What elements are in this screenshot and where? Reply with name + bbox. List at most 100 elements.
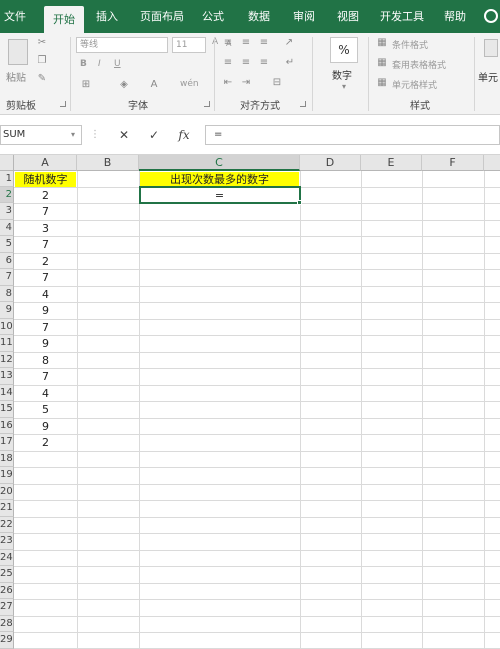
cell-a2[interactable]: 2 — [15, 188, 76, 203]
row-header[interactable]: 21 — [0, 500, 14, 517]
row-header[interactable]: 16 — [0, 418, 14, 434]
row-header[interactable]: 14 — [0, 385, 14, 401]
lightbulb-icon[interactable] — [484, 9, 498, 23]
column-header-g[interactable] — [484, 155, 500, 171]
row-header[interactable]: 8 — [0, 286, 14, 302]
row-header[interactable]: 20 — [0, 484, 14, 500]
tab-view[interactable]: 视图 — [333, 0, 363, 33]
tab-formulas[interactable]: 公式 — [198, 0, 228, 33]
row-header[interactable]: 5 — [0, 236, 14, 253]
conditional-format-button[interactable]: 条件格式 — [392, 38, 428, 51]
drag-handle-icon[interactable]: ⋮ — [90, 129, 100, 141]
row-header[interactable]: 25 — [0, 566, 14, 583]
format-as-table-button[interactable]: 套用表格格式 — [392, 58, 446, 71]
row-header[interactable]: 27 — [0, 599, 14, 616]
row-header[interactable]: 3 — [0, 203, 14, 220]
column-header-b[interactable]: B — [77, 155, 139, 171]
underline-button[interactable]: U — [114, 59, 121, 69]
tab-page-layout[interactable]: 页面布局 — [135, 0, 189, 33]
row-header[interactable]: 4 — [0, 220, 14, 236]
italic-button[interactable]: I — [98, 59, 101, 69]
border-icon[interactable]: ⊞ — [80, 79, 92, 91]
row-header[interactable]: 19 — [0, 467, 14, 484]
tab-insert[interactable]: 插入 — [92, 0, 122, 33]
cell-a3[interactable]: 7 — [15, 204, 76, 219]
column-header-d[interactable]: D — [300, 155, 361, 171]
column-header-e[interactable]: E — [361, 155, 422, 171]
cell-a16[interactable]: 9 — [15, 419, 76, 434]
cell-a8[interactable]: 4 — [15, 287, 76, 302]
cell-c1[interactable]: 出现次数最多的数字 — [140, 172, 299, 187]
cell-a5[interactable]: 7 — [15, 237, 76, 252]
cell-a10[interactable]: 7 — [15, 320, 76, 335]
worksheet-grid[interactable]: A B C D E F 1 2 3 4 5 6 7 8 9 10 11 12 1… — [0, 155, 500, 649]
row-header[interactable]: 24 — [0, 550, 14, 566]
font-launcher-icon[interactable] — [204, 101, 210, 107]
wrap-text-icon[interactable]: ↵ — [284, 57, 296, 69]
insert-function-button[interactable]: fx — [174, 125, 194, 145]
row-header[interactable]: 29 — [0, 632, 14, 649]
row-header[interactable]: 18 — [0, 451, 14, 467]
cell-c2[interactable]: = — [141, 188, 298, 203]
alignment-launcher-icon[interactable] — [300, 101, 306, 107]
align-right-icon[interactable]: ≡ — [258, 57, 270, 69]
row-header[interactable]: 15 — [0, 401, 14, 418]
cell-a6[interactable]: 2 — [15, 254, 76, 269]
row-header[interactable]: 7 — [0, 269, 14, 286]
tab-file[interactable]: 文件 — [0, 0, 30, 33]
tab-review[interactable]: 审阅 — [289, 0, 319, 33]
bold-button[interactable]: B — [80, 59, 87, 69]
cancel-button[interactable]: ✕ — [114, 125, 134, 145]
cell-a7[interactable]: 7 — [15, 270, 76, 285]
cells-label[interactable]: 单元 — [478, 69, 498, 84]
font-color-icon[interactable]: A — [148, 79, 160, 91]
cells-icon[interactable] — [484, 39, 498, 57]
fill-handle[interactable] — [297, 200, 302, 205]
row-header[interactable]: 12 — [0, 352, 14, 368]
row-header[interactable]: 2 — [0, 187, 14, 203]
cell-a12[interactable]: 8 — [15, 353, 76, 368]
increase-indent-icon[interactable]: ⇥ — [240, 77, 252, 89]
row-header[interactable]: 26 — [0, 583, 14, 599]
align-middle-icon[interactable]: ≡ — [240, 37, 252, 49]
select-all-corner[interactable] — [0, 155, 14, 171]
row-header[interactable]: 17 — [0, 434, 14, 451]
row-header[interactable]: 23 — [0, 533, 14, 550]
row-header[interactable]: 9 — [0, 302, 14, 319]
cell-a9[interactable]: 9 — [15, 303, 76, 318]
column-header-f[interactable]: F — [422, 155, 484, 171]
cell-a13[interactable]: 7 — [15, 369, 76, 384]
align-left-icon[interactable]: ≡ — [222, 57, 234, 69]
cell-styles-button[interactable]: 单元格样式 — [392, 78, 437, 91]
font-name-select[interactable]: 等线 — [76, 37, 168, 53]
cell-a4[interactable]: 3 — [15, 221, 76, 236]
tab-developer[interactable]: 开发工具 — [376, 0, 428, 33]
cell-a1[interactable]: 随机数字 — [15, 172, 76, 187]
format-painter-icon[interactable]: ✎ — [36, 73, 48, 85]
tab-home[interactable]: 开始 — [44, 6, 84, 33]
row-header[interactable]: 28 — [0, 616, 14, 632]
font-size-select[interactable]: 11 — [172, 37, 206, 53]
enter-button[interactable]: ✓ — [144, 125, 164, 145]
cut-icon[interactable]: ✂ — [36, 37, 48, 49]
decrease-indent-icon[interactable]: ⇤ — [222, 77, 234, 89]
phonetic-icon[interactable]: wén — [180, 79, 199, 89]
align-bottom-icon[interactable]: ≡ — [258, 37, 270, 49]
row-header[interactable]: 11 — [0, 335, 14, 352]
tab-data[interactable]: 数据 — [244, 0, 274, 33]
formula-input[interactable]: = — [205, 125, 500, 145]
column-header-c[interactable]: C — [139, 155, 300, 171]
paste-label[interactable]: 粘贴 — [6, 69, 26, 84]
row-header[interactable]: 13 — [0, 368, 14, 385]
orientation-icon[interactable]: ↗ — [282, 37, 296, 49]
row-header[interactable]: 1 — [0, 171, 14, 187]
chevron-down-icon[interactable]: ▾ — [338, 81, 350, 93]
percent-style-button[interactable]: % — [330, 37, 358, 63]
clipboard-launcher-icon[interactable] — [60, 101, 66, 107]
row-header[interactable]: 6 — [0, 253, 14, 269]
row-header[interactable]: 10 — [0, 319, 14, 335]
row-header[interactable]: 22 — [0, 517, 14, 533]
number-format-label[interactable]: 数字 — [332, 67, 352, 82]
cell-a14[interactable]: 4 — [15, 386, 76, 401]
cell-a17[interactable]: 2 — [15, 435, 76, 450]
